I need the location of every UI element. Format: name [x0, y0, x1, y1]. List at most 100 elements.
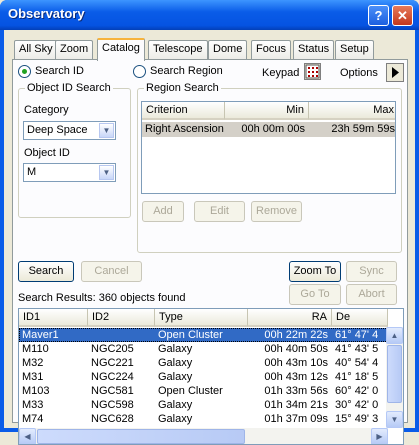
max-cell: 23h 59m 59s: [331, 123, 395, 135]
max-column-header[interactable]: Max: [309, 102, 395, 120]
options-button[interactable]: [386, 63, 404, 82]
table-row[interactable]: M74 NGC628 Galaxy 01h 37m 09s 15° 49' 3: [19, 412, 388, 426]
region-criteria-list[interactable]: Criterion Min Max Right Ascension 00h 00…: [141, 101, 396, 194]
ra-cell: 00h 40m 50s: [264, 343, 328, 355]
zoom-to-button[interactable]: Zoom To: [289, 261, 341, 282]
remove-button[interactable]: Remove: [251, 201, 302, 222]
dec-cell: 60° 42' 0: [335, 385, 379, 397]
search-id-radio[interactable]: [18, 65, 31, 78]
table-row[interactable]: M32 NGC221 Galaxy 00h 43m 10s 40° 54' 4: [19, 356, 388, 370]
table-row[interactable]: Maver1 Open Cluster 00h 22m 22s 61° 47' 4: [19, 328, 388, 342]
min-column-header[interactable]: Min: [225, 102, 309, 120]
tab-dome[interactable]: Dome: [208, 40, 248, 60]
dec-cell: 61° 47' 4: [335, 329, 379, 341]
id2-column-header[interactable]: ID2: [88, 309, 155, 327]
edit-button[interactable]: Edit: [194, 201, 245, 222]
tab-telescope[interactable]: Telescope: [148, 40, 208, 60]
tab-all-sky[interactable]: All Sky: [14, 40, 58, 60]
category-label: Category: [24, 104, 69, 116]
object-id-select[interactable]: M ▼: [23, 163, 116, 182]
scroll-up-icon[interactable]: ▲: [386, 327, 403, 344]
ra-cell: 00h 43m 10s: [264, 357, 328, 369]
tab-catalog[interactable]: Catalog: [97, 38, 145, 61]
table-row[interactable]: M103 NGC581 Open Cluster 01h 33m 56s 60° 42'…: [19, 384, 388, 398]
id1-cell: M110: [22, 343, 49, 355]
id2-cell: NGC221: [91, 357, 134, 369]
table-row[interactable]: M31 NGC224 Galaxy 00h 43m 12s 41° 18' 5: [19, 370, 388, 384]
id1-cell: M31: [22, 371, 44, 383]
options-label: Options: [340, 67, 378, 79]
min-cell: 00h 00m 00s: [241, 123, 305, 135]
id2-cell: NGC224: [91, 371, 134, 383]
object-id-search-group: Object ID Search Category Deep Space ▼ O…: [18, 82, 131, 218]
search-results-summary: Search Results: 360 objects found: [18, 292, 186, 304]
criterion-column-header[interactable]: Criterion: [142, 102, 225, 120]
ra-cell: 00h 22m 22s: [264, 329, 328, 341]
scroll-down-icon[interactable]: ▼: [386, 411, 403, 428]
scroll-right-icon[interactable]: ▶: [371, 428, 388, 444]
object-id-label: Object ID: [24, 147, 70, 159]
tab-zoom[interactable]: Zoom: [55, 40, 94, 60]
id1-cell: Maver1: [22, 329, 59, 341]
type-cell: Open Cluster: [158, 385, 223, 397]
abort-button[interactable]: Abort: [346, 284, 397, 305]
help-button[interactable]: ?: [368, 5, 389, 26]
ra-column-header[interactable]: RA: [248, 309, 332, 327]
type-cell: Open Cluster: [158, 329, 223, 341]
tab-setup[interactable]: Setup: [335, 40, 374, 60]
title-bar[interactable]: Observatory ? ✕: [0, 0, 419, 30]
table-row[interactable]: M110 NGC205 Galaxy 00h 40m 50s 41° 43' 5: [19, 342, 388, 356]
category-value: Deep Space: [27, 124, 88, 136]
window-title: Observatory: [8, 6, 85, 21]
type-cell: Galaxy: [158, 371, 193, 383]
id2-cell: NGC628: [91, 413, 134, 425]
search-region-radio[interactable]: [133, 65, 146, 78]
vertical-scroll-thumb[interactable]: [387, 345, 402, 403]
search-id-label[interactable]: Search ID: [35, 65, 84, 77]
id1-column-header[interactable]: ID1: [19, 309, 88, 327]
keypad-label: Keypad: [262, 67, 300, 79]
keypad-icon: [305, 64, 320, 79]
keypad-button[interactable]: [304, 63, 321, 80]
add-button[interactable]: Add: [142, 201, 184, 222]
table-row[interactable]: Right Ascension 00h 00m 00s 23h 59m 59s: [142, 122, 395, 137]
sync-button[interactable]: Sync: [346, 261, 397, 282]
scroll-left-icon[interactable]: ◀: [19, 428, 36, 444]
search-region-label[interactable]: Search Region: [150, 65, 223, 77]
vertical-scrollbar[interactable]: ▲ ▼: [386, 327, 403, 428]
chevron-down-icon[interactable]: ▼: [99, 123, 114, 138]
search-results-list[interactable]: ID1 ID2 Type RA De Maver1 Open Cluster 00h…: [18, 308, 404, 445]
category-select[interactable]: Deep Space ▼: [23, 121, 116, 140]
chevron-down-icon[interactable]: ▼: [99, 165, 114, 180]
observatory-window: Observatory ? ✕ All Sky Zoom Catalog Tel…: [0, 0, 419, 445]
type-cell: Galaxy: [158, 357, 193, 369]
close-button[interactable]: ✕: [392, 5, 413, 26]
search-button[interactable]: Search: [18, 261, 74, 282]
tab-focus[interactable]: Focus: [251, 40, 291, 60]
criterion-cell: Right Ascension: [145, 123, 224, 135]
cancel-button[interactable]: Cancel: [81, 261, 142, 282]
table-row[interactable]: M33 NGC598 Galaxy 01h 34m 21s 30° 42' 0: [19, 398, 388, 412]
dec-cell: 41° 18' 5: [335, 371, 379, 383]
tab-status[interactable]: Status: [293, 40, 335, 60]
type-column-header[interactable]: Type: [155, 309, 248, 327]
type-cell: Galaxy: [158, 343, 193, 355]
ra-cell: 01h 33m 56s: [264, 385, 328, 397]
id2-cell: NGC581: [91, 385, 134, 397]
region-search-group: Region Search Criterion Min Max Right As…: [137, 82, 402, 253]
dec-cell: 41° 43' 5: [335, 343, 379, 355]
id2-cell: NGC205: [91, 343, 134, 355]
type-cell: Galaxy: [158, 399, 193, 411]
dec-cell: 30° 42' 0: [335, 399, 379, 411]
ra-cell: 01h 34m 21s: [264, 399, 328, 411]
horizontal-scrollbar[interactable]: ◀ ▶: [19, 428, 388, 444]
horizontal-scroll-thumb[interactable]: [37, 429, 245, 444]
play-arrow-icon: [392, 67, 399, 78]
region-search-title: Region Search: [144, 82, 221, 94]
dec-column-header[interactable]: De: [332, 309, 388, 327]
object-id-search-title: Object ID Search: [25, 82, 113, 94]
type-cell: Galaxy: [158, 413, 193, 425]
go-to-button[interactable]: Go To: [289, 284, 341, 305]
ra-cell: 00h 43m 12s: [264, 371, 328, 383]
dec-cell: 15° 49' 3: [335, 413, 379, 425]
